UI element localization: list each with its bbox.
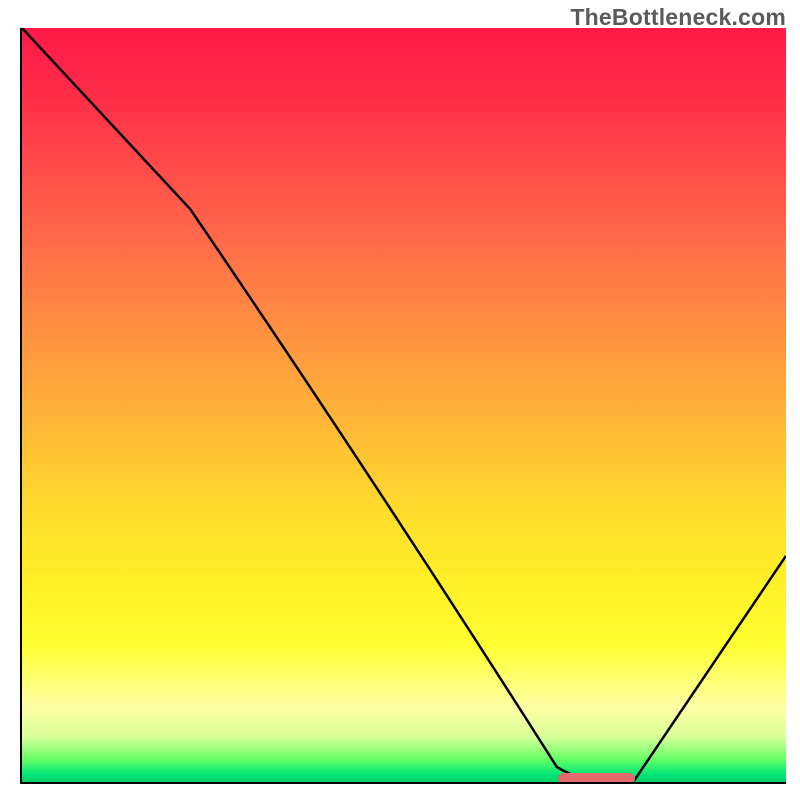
bottleneck-curve: [22, 28, 786, 782]
chart-container: TheBottleneck.com: [0, 0, 800, 800]
curve-layer: [22, 28, 786, 782]
plot-area: [20, 28, 786, 784]
attribution-text: TheBottleneck.com: [570, 4, 786, 31]
optimal-range-marker: [558, 773, 635, 784]
